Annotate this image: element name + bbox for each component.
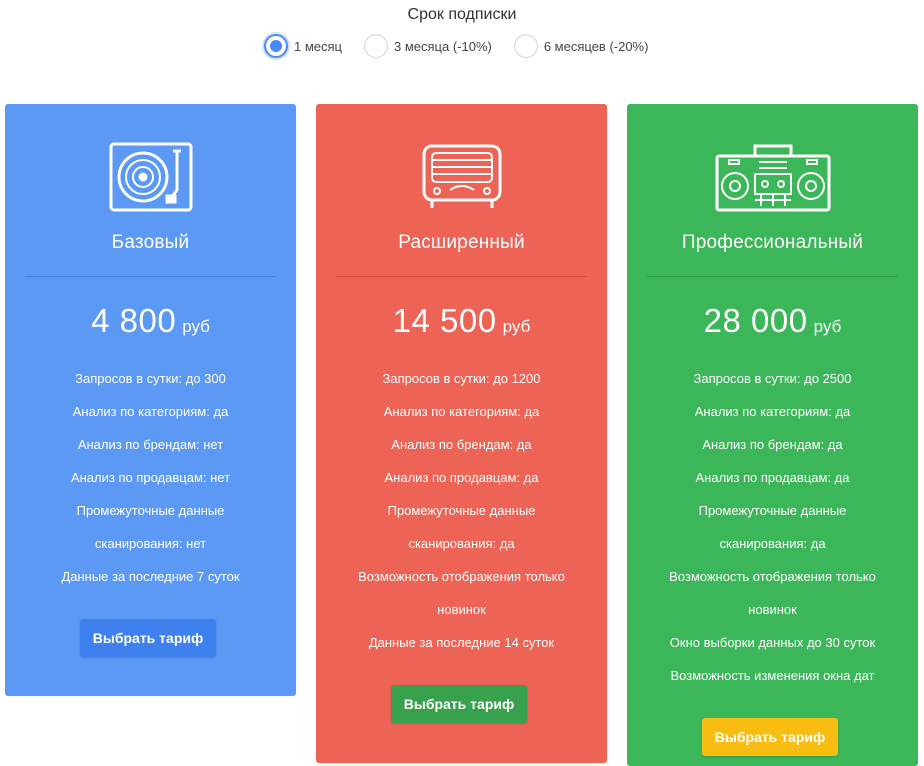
feature-item: сканирования: да	[408, 536, 515, 551]
price-unit: руб	[182, 317, 210, 336]
feature-item: Данные за последние 7 суток	[61, 569, 240, 584]
plan-name: Расширенный	[398, 232, 525, 253]
feature-item: Запросов в сутки: до 2500	[693, 371, 852, 386]
price-value: 28 000	[703, 302, 808, 339]
plan-card-basic: Базовый 4 800 руб Запросов в сутки: до 3…	[5, 104, 296, 696]
feature-item: новинок	[437, 602, 486, 617]
feature-item: Анализ по категориям: да	[694, 404, 851, 419]
period-option-1-month[interactable]: 1 месяц	[264, 34, 342, 58]
radio-icon	[316, 142, 607, 214]
feature-item: Окно выборки данных до 30 суток	[669, 635, 876, 650]
radio-button[interactable]	[364, 34, 388, 58]
price-unit: руб	[502, 317, 531, 336]
boombox-icon	[627, 142, 918, 214]
feature-item: сканирования: нет	[94, 536, 207, 551]
turntable-icon	[5, 142, 296, 214]
select-plan-button[interactable]: Выбрать тариф	[80, 619, 216, 657]
feature-item: Запросов в сутки: до 1200	[382, 371, 541, 386]
period-option-label: 6 месяцев (-20%)	[543, 38, 649, 54]
feature-item: Анализ по продавцам: да	[384, 470, 539, 485]
select-plan-button[interactable]: Выбрать тариф	[391, 685, 527, 723]
feature-item: Промежуточные данные	[76, 503, 225, 518]
plan-price: 4 800 руб	[5, 302, 296, 340]
plan-price: 14 500 руб	[316, 302, 607, 340]
period-options: 1 месяц 3 месяца (-10%) 6 месяцев (-20%)	[264, 34, 670, 58]
plan-price: 28 000 руб	[627, 302, 918, 340]
feature-item: Промежуточные данные	[387, 503, 536, 518]
feature-item: Запросов в сутки: до 300	[75, 371, 226, 386]
feature-item: Возможность изменения окна дат	[670, 668, 875, 683]
radio-button[interactable]	[513, 34, 538, 58]
feature-item: Данные за последние 14 суток	[368, 635, 555, 650]
feature-item: новинок	[748, 602, 797, 617]
divider	[647, 276, 898, 277]
divider	[25, 276, 276, 277]
feature-item: Анализ по брендам: да	[702, 437, 843, 452]
radio-button-checked[interactable]	[264, 34, 288, 58]
feature-item: Анализ по брендам: да	[391, 437, 532, 452]
feature-item: Анализ по брендам: нет	[77, 437, 224, 452]
feature-item: Промежуточные данные	[698, 503, 847, 518]
feature-list: Запросов в сутки: до 1200 Анализ по кате…	[336, 362, 587, 659]
plan-name: Профессиональный	[681, 232, 864, 253]
plan-card-professional: Профессиональный 28 000 руб Запросов в с…	[627, 104, 918, 766]
feature-list: Запросов в сутки: до 2500 Анализ по кате…	[647, 362, 898, 692]
feature-item: Анализ по категориям: да	[383, 404, 540, 419]
subscription-period: Срок подписки 1 месяц 3 месяца (-10%) 6 …	[0, 0, 924, 70]
price-value: 14 500	[392, 302, 497, 339]
select-plan-button[interactable]: Выбрать тариф	[702, 718, 838, 756]
feature-list: Запросов в сутки: до 300 Анализ по катег…	[25, 362, 276, 593]
feature-item: Анализ по продавцам: да	[695, 470, 850, 485]
feature-item: Анализ по категориям: да	[72, 404, 229, 419]
period-option-label: 1 месяц	[294, 38, 342, 54]
feature-item: сканирования: да	[719, 536, 826, 551]
plan-name: Базовый	[111, 232, 190, 253]
feature-item: Анализ по продавцам: нет	[70, 470, 231, 485]
feature-item: Возможность отображения только	[669, 569, 876, 584]
divider	[336, 276, 587, 277]
plan-card-extended: Расширенный 14 500 руб Запросов в сутки:…	[316, 104, 607, 763]
price-unit: руб	[813, 317, 842, 336]
period-option-label: 3 месяца (-10%)	[394, 38, 492, 54]
period-option-6-months[interactable]: 6 месяцев (-20%)	[513, 34, 649, 58]
period-option-3-months[interactable]: 3 месяца (-10%)	[364, 34, 492, 58]
feature-item: Возможность отображения только	[358, 569, 565, 584]
price-value: 4 800	[91, 302, 177, 339]
period-title: Срок подписки	[407, 6, 517, 23]
